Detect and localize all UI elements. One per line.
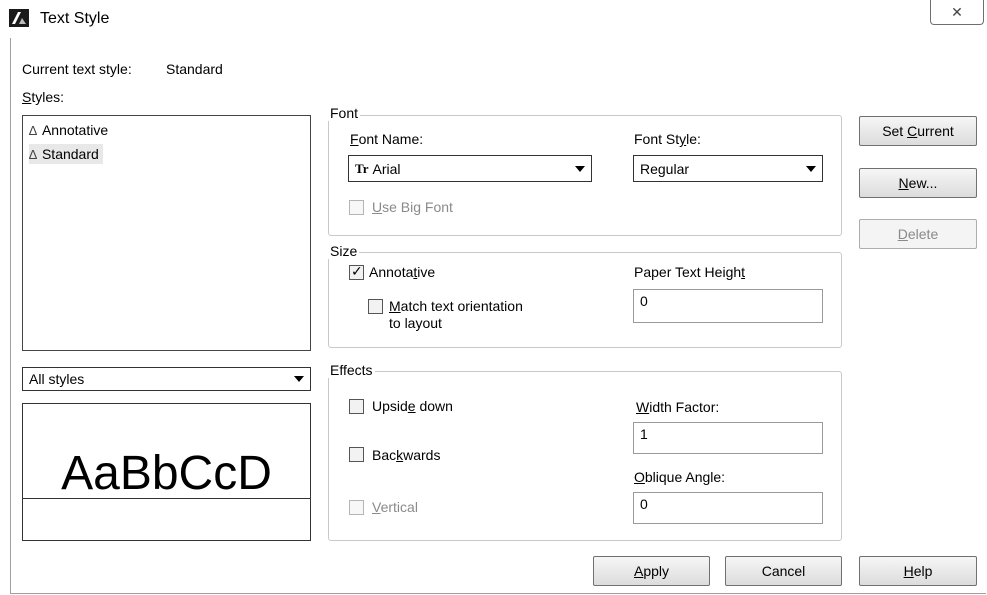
vertical-checkbox[interactable] — [349, 500, 364, 515]
list-item-selected[interactable]: ∆ Standard — [29, 144, 103, 164]
size-group-legend: Size — [328, 243, 360, 259]
match-orientation-label: Match text orientation to layout — [389, 298, 523, 331]
upside-down-checkbox[interactable] — [349, 399, 364, 414]
annotative-label: Annotative — [369, 264, 436, 280]
autocad-app-icon — [9, 8, 29, 28]
style-name: Standard — [41, 146, 99, 162]
paper-text-height-input[interactable]: 0 — [633, 289, 823, 323]
current-style-label: Current text style: — [22, 61, 132, 77]
cancel-button[interactable]: Cancel — [725, 556, 842, 586]
width-factor-input[interactable]: 1 — [633, 422, 823, 454]
font-style-dropdown[interactable]: Regular — [633, 155, 823, 182]
delete-button[interactable]: Delete — [859, 219, 977, 249]
current-style-value: Standard — [166, 61, 223, 77]
backwards-checkbox[interactable] — [349, 447, 364, 462]
font-style-value: Regular — [640, 160, 690, 177]
backwards-label: Backwards — [372, 447, 441, 463]
truetype-font-icon: Tr — [355, 160, 369, 176]
upside-down-label: Upside down — [372, 398, 453, 414]
font-style-label: Font Style: — [634, 131, 701, 147]
use-big-font-checkbox[interactable] — [349, 200, 364, 215]
styles-filter-value: All styles — [29, 371, 85, 387]
chevron-down-icon — [806, 165, 816, 172]
width-factor-label: Width Factor: — [636, 399, 720, 415]
style-name: Annotative — [41, 122, 109, 138]
annotative-icon: ∆ — [29, 122, 37, 138]
new-button[interactable]: New... — [859, 168, 977, 198]
title-bar: Text Style ✕ — [0, 0, 987, 36]
font-name-value: Arial — [372, 160, 401, 177]
annotative-checkbox[interactable]: ✓ — [349, 263, 364, 280]
font-name-label: Font Name: — [350, 131, 424, 147]
chevron-down-icon — [575, 165, 585, 172]
preview-text: AaBbCcD — [61, 447, 272, 500]
annotative-icon: ∆ — [29, 146, 37, 162]
preview-baseline — [23, 498, 310, 499]
paper-text-height-label: Paper Text Height — [634, 264, 746, 280]
chevron-down-icon — [294, 376, 304, 382]
apply-button[interactable]: Apply — [593, 556, 710, 586]
styles-listbox[interactable]: ∆ Annotative ∆ Standard — [22, 115, 311, 351]
window-title: Text Style — [40, 10, 110, 27]
checkmark-icon: ✓ — [351, 263, 363, 279]
use-big-font-label: Use Big Font — [372, 199, 453, 215]
style-preview: AaBbCcD — [22, 403, 311, 541]
list-item[interactable]: ∆ Annotative — [29, 120, 112, 140]
font-name-dropdown[interactable]: Tr Arial — [348, 155, 592, 182]
styles-filter-dropdown[interactable]: All styles — [22, 367, 311, 391]
close-icon: ✕ — [951, 3, 963, 20]
styles-label: Styles: — [22, 89, 65, 105]
help-button[interactable]: Help — [859, 556, 977, 586]
vertical-label: Vertical — [372, 499, 418, 515]
font-group-legend: Font — [328, 105, 361, 121]
oblique-angle-label: Oblique Angle: — [634, 469, 726, 485]
close-button[interactable]: ✕ — [930, 0, 984, 25]
oblique-angle-input[interactable]: 0 — [633, 492, 823, 524]
set-current-button[interactable]: Set Current — [859, 116, 977, 146]
effects-group-legend: Effects — [328, 362, 375, 378]
match-orientation-checkbox[interactable] — [368, 299, 383, 314]
